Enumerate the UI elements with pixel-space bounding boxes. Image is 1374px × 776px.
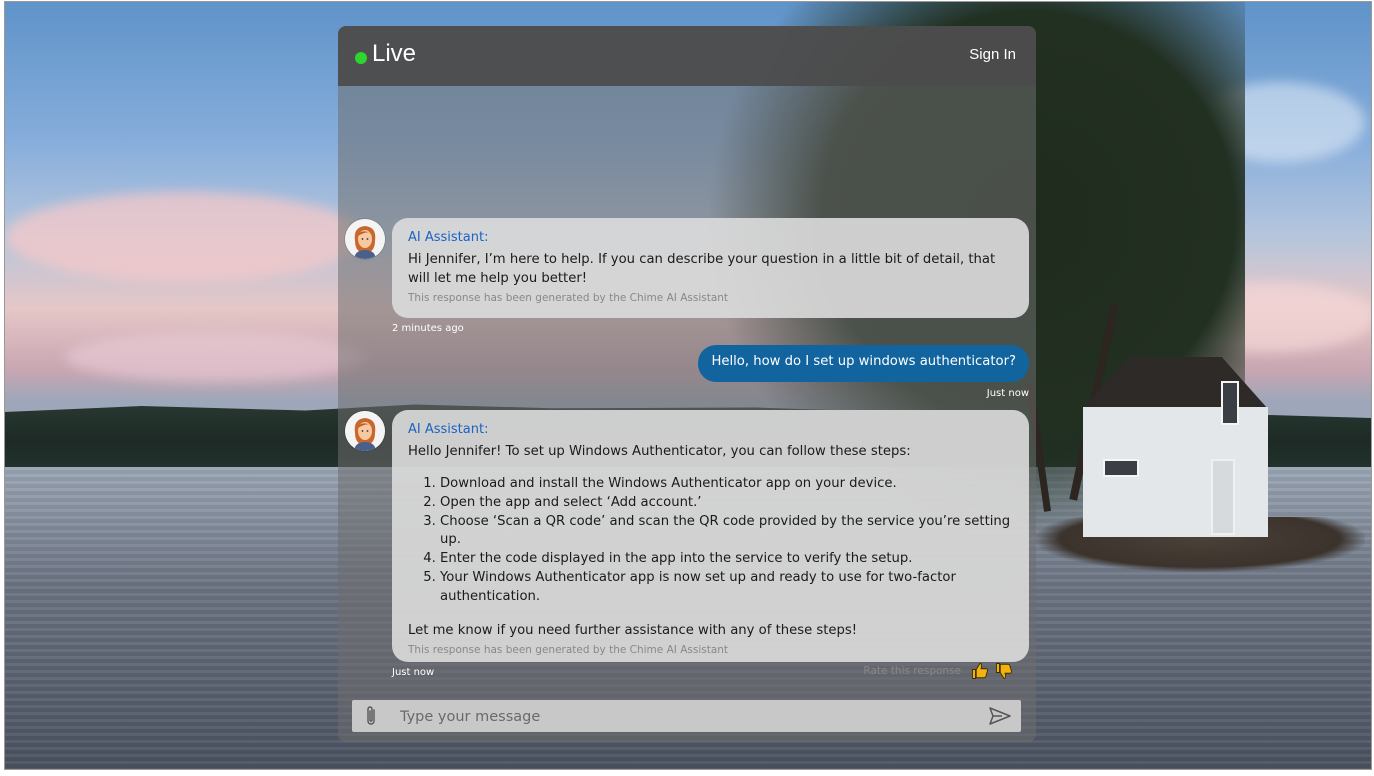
ai-disclaimer: This response has been generated by the … [408, 643, 729, 656]
assistant-avatar [345, 219, 385, 259]
assistant-message: AI Assistant: Hi Jennifer, I’m here to h… [392, 218, 1029, 318]
message-composer [352, 700, 1021, 732]
ai-disclaimer: This response has been generated by the … [408, 292, 729, 304]
status-label: Live [372, 40, 417, 67]
chat-window: Live Sign In AI Assistant: Hi Jennifer, … [338, 26, 1036, 742]
paperclip-icon[interactable] [364, 705, 378, 727]
house-roof [1083, 357, 1268, 409]
boathouse [1083, 357, 1268, 537]
rate-response: Rate this response [408, 662, 1013, 680]
assistant-name: AI Assistant: [408, 422, 489, 437]
message-input[interactable] [398, 704, 972, 730]
house-door [1211, 459, 1235, 535]
assistant-message: AI Assistant: Hello Jennifer! To set up … [392, 410, 1029, 679]
message-text: Hi Jennifer, I’m here to help. If you ca… [408, 252, 996, 286]
house-wall [1083, 381, 1268, 537]
assistant-avatar [345, 411, 385, 451]
step-item: Enter the code displayed in the app into… [440, 550, 1013, 569]
cloud [5, 192, 365, 282]
sign-in-link[interactable]: Sign In [969, 46, 1016, 63]
message-outro: Let me know if you need further assistan… [408, 622, 858, 638]
chat-header: Live Sign In [338, 26, 1036, 86]
message-timestamp: Just now [392, 667, 435, 678]
step-item: Choose ‘Scan a QR code’ and scan the QR … [440, 513, 1013, 551]
assistant-avatar-icon [345, 219, 385, 259]
steps-list: Download and install the Windows Authent… [408, 475, 1013, 607]
message-timestamp: 2 minutes ago [392, 323, 464, 334]
step-item: Open the app and select ‘Add account.’ [440, 494, 1013, 513]
step-item: Download and install the Windows Authent… [440, 475, 1013, 494]
rate-label: Rate this response [863, 664, 961, 677]
house-window [1221, 381, 1239, 425]
cloud [65, 332, 365, 382]
step-item: Your Windows Authenticator app is now se… [440, 569, 1013, 607]
message-timestamp: Just now [986, 388, 1029, 399]
user-message: Hello, how do I set up windows authentic… [698, 345, 1029, 382]
thumbs-down-icon[interactable] [995, 662, 1013, 680]
thumbs-up-icon[interactable] [971, 662, 989, 680]
assistant-avatar-icon [345, 411, 385, 451]
live-dot-icon [355, 52, 367, 64]
house-window [1103, 459, 1139, 477]
send-icon[interactable] [988, 706, 1012, 726]
assistant-name: AI Assistant: [408, 230, 489, 245]
message-intro: Hello Jennifer! To set up Windows Authen… [408, 444, 911, 459]
